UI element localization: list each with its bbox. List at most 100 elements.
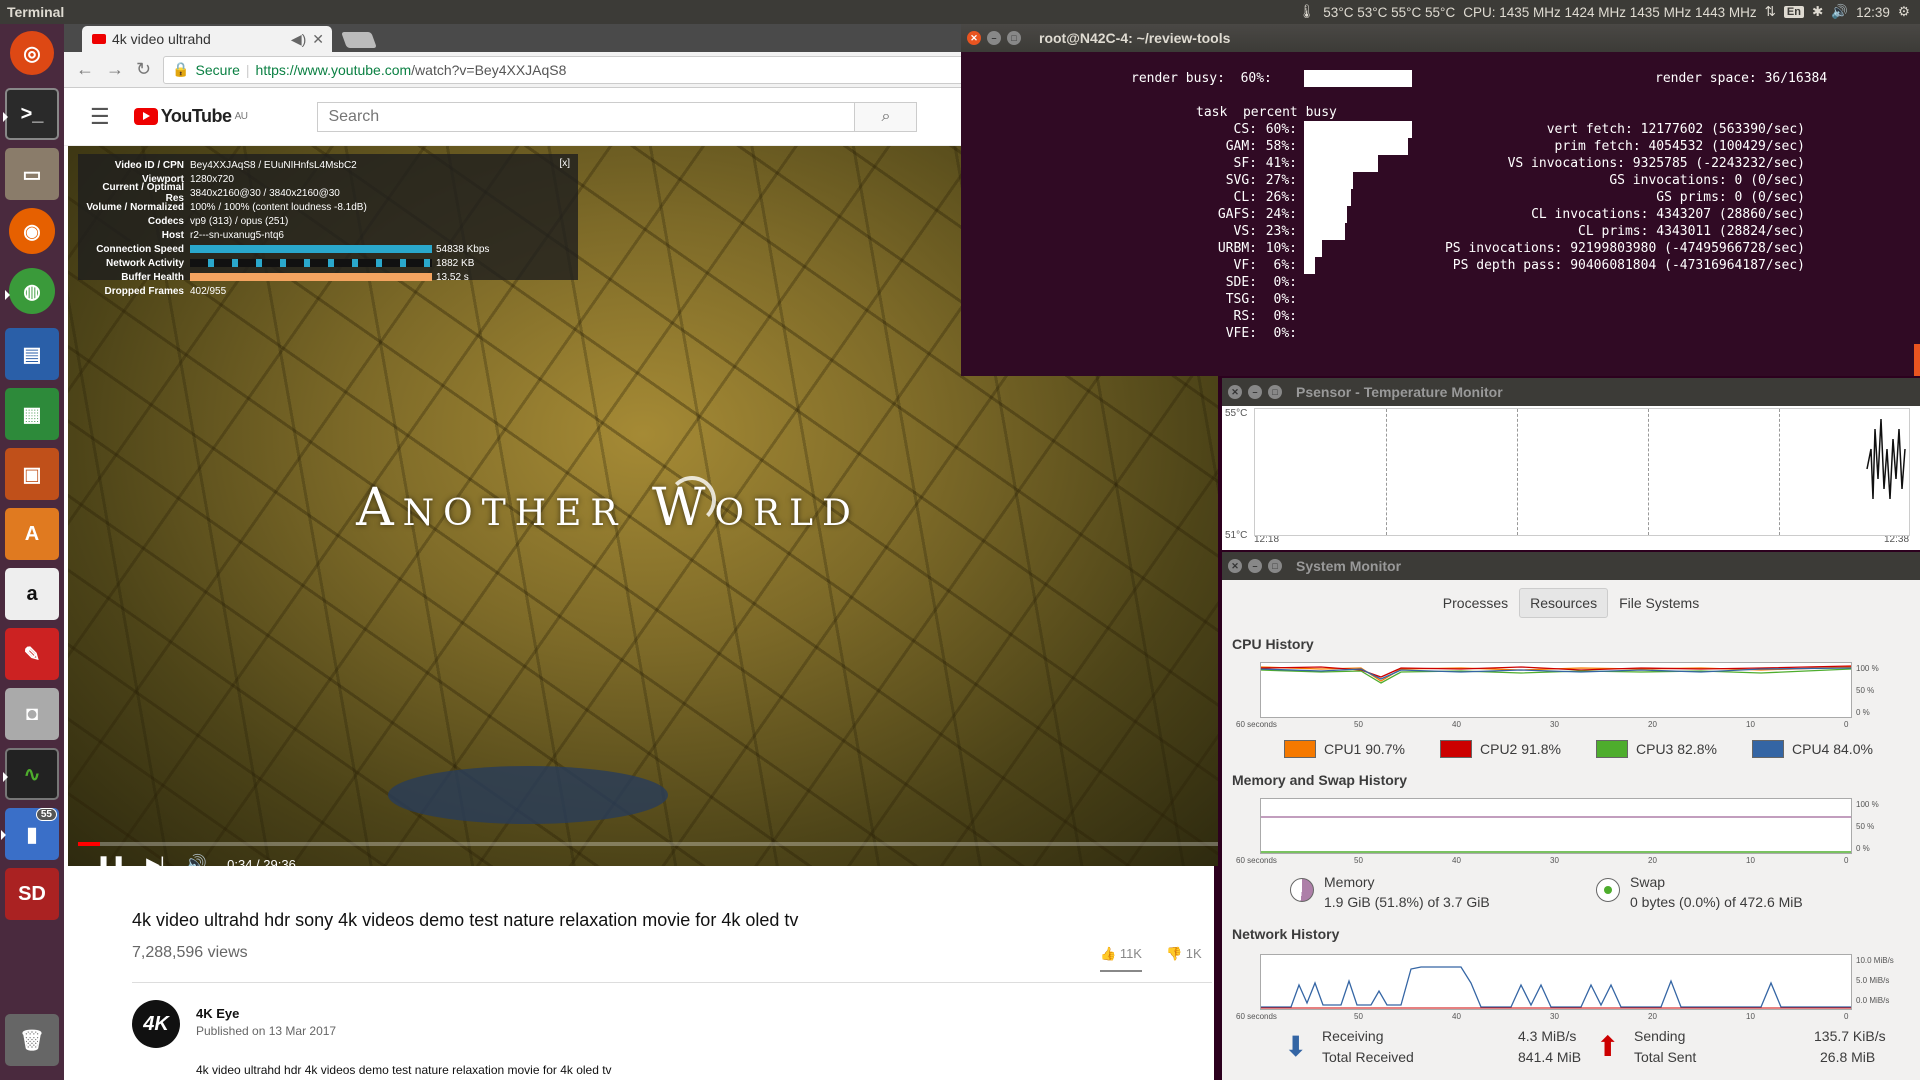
stats-label: Network Activity <box>106 257 184 269</box>
receiving-arrow-icon: ⬇ <box>1284 1031 1308 1062</box>
cpu-color-swatch[interactable] <box>1752 740 1784 758</box>
counter-line: CL invocations: 4343207 (28860/sec) <box>1531 207 1805 222</box>
minimize-window-icon[interactable]: – <box>1248 385 1262 399</box>
memory-value: 1.9 GiB (51.8%) of 3.7 GiB <box>1324 894 1490 910</box>
counter-line: PS invocations: 92199803980 (-4749596672… <box>1444 241 1805 256</box>
psensor-window[interactable]: ✕ – □ Psensor - Temperature Monitor 55°C… <box>1222 378 1920 550</box>
hamburger-menu-icon[interactable]: ☰ <box>90 104 110 130</box>
terminal-scrollbar[interactable] <box>1914 344 1920 376</box>
maximize-window-icon[interactable]: □ <box>1268 559 1282 573</box>
chrome-launcher-icon[interactable]: ◍ <box>5 268 55 314</box>
x-tick: 10 <box>1746 1012 1755 1021</box>
x-tick: 10 <box>1746 856 1755 865</box>
system-settings-icon[interactable]: ✎ <box>5 628 59 680</box>
tab-processes[interactable]: Processes <box>1432 588 1519 618</box>
search-icon[interactable]: ⌕ <box>854 102 917 131</box>
cpu-legend-label: CPU4 84.0% <box>1792 741 1873 757</box>
thermometer-icon[interactable]: 🌡 <box>1298 4 1315 20</box>
minimize-window-icon[interactable]: – <box>1248 559 1262 573</box>
network-arrows-icon[interactable]: ⇅ <box>1765 4 1776 20</box>
stats-close-button[interactable]: [x] <box>559 158 570 169</box>
impress-launcher-icon[interactable]: ▣ <box>5 448 59 500</box>
calc-launcher-icon[interactable]: ▦ <box>5 388 59 440</box>
search-input[interactable] <box>318 102 855 131</box>
system-monitor-window[interactable]: ✕ – □ System Monitor Processes Resources… <box>1222 552 1920 1080</box>
channel-avatar[interactable]: 4K <box>132 1000 180 1048</box>
close-tab-icon[interactable]: ✕ <box>312 31 324 48</box>
counter-line: VS invocations: 9325785 (-2243232/sec) <box>1507 156 1805 171</box>
counter-line: GS invocations: 0 (0/sec) <box>1609 173 1805 188</box>
cpu-color-swatch[interactable] <box>1440 740 1472 758</box>
close-window-icon[interactable]: ✕ <box>1228 559 1242 573</box>
close-window-icon[interactable]: ✕ <box>1228 385 1242 399</box>
render-busy-line: render busy: 60%: <box>1131 71 1272 86</box>
cpu-legend-item[interactable]: CPU3 82.8% <box>1596 740 1717 758</box>
pause-icon[interactable]: ❚❚ <box>96 854 126 866</box>
task-name: CL: <box>1233 190 1257 205</box>
search-box: ⌕ <box>317 101 918 132</box>
next-icon[interactable]: ▶| <box>146 854 165 866</box>
cpu-legend-item[interactable]: CPU2 91.8% <box>1440 740 1561 758</box>
settings-gear-icon[interactable]: ⚙ <box>1898 4 1910 20</box>
stats-value: 1882 KB <box>436 257 475 269</box>
video-time: 0:34 / 29:36 <box>227 857 296 866</box>
terminal-window[interactable]: ✕ – □ root@N42C-4: ~/review-tools render… <box>961 24 1920 376</box>
temperature-trace <box>1866 418 1906 500</box>
cpu-color-swatch[interactable] <box>1596 740 1628 758</box>
thumbs-down-icon: 👎 <box>1165 946 1183 961</box>
tab-resources[interactable]: Resources <box>1519 588 1609 618</box>
video-progress-bar[interactable] <box>78 842 1218 846</box>
volume-icon[interactable]: 🔊 <box>1831 4 1848 20</box>
task-busy-bar <box>1304 172 1353 189</box>
bluetooth-icon[interactable]: ✱ <box>1812 4 1823 20</box>
maximize-window-icon[interactable]: □ <box>1268 385 1282 399</box>
volume-icon[interactable]: 🔊 <box>185 854 207 866</box>
terminal-launcher-icon[interactable]: >_ <box>3 88 59 140</box>
system-monitor-launcher-icon[interactable]: ∿ <box>3 748 59 800</box>
tab-file-systems[interactable]: File Systems <box>1608 588 1710 618</box>
trash-icon[interactable]: 🗑 <box>5 1014 59 1066</box>
cpu-color-swatch[interactable] <box>1284 740 1316 758</box>
mem-tick-50: 50 % <box>1856 822 1875 831</box>
firefox-launcher-icon[interactable]: ◉ <box>9 208 55 254</box>
close-window-icon[interactable]: ✕ <box>967 31 981 45</box>
cpu-tick-0: 0 % <box>1856 708 1870 717</box>
youtube-logo[interactable]: YouTube AU <box>133 106 248 127</box>
ubuntu-dash-icon[interactable]: ◎ <box>10 31 54 75</box>
cpu-legend-item[interactable]: CPU1 90.7% <box>1284 740 1405 758</box>
like-button[interactable]: 👍 11K <box>1100 946 1142 972</box>
swap-pie-icon <box>1596 878 1620 902</box>
software-center-icon[interactable]: A <box>5 508 59 560</box>
files-launcher-icon[interactable]: ▭ <box>5 148 59 200</box>
forward-arrow-icon[interactable]: → <box>106 59 124 80</box>
loading-spinner-icon <box>668 476 716 524</box>
psensor-launcher-icon[interactable]: ▮ 55 <box>1 808 59 860</box>
task-percent: 0%: <box>1273 292 1297 307</box>
stats-label: Buffer Health <box>121 271 184 283</box>
task-busy-bar <box>1304 138 1409 155</box>
sysmon-titlebar: ✕ – □ System Monitor <box>1222 552 1920 580</box>
cpu-legend-label: CPU1 90.7% <box>1324 741 1405 757</box>
x-tick: 0 <box>1844 720 1849 729</box>
clock[interactable]: 12:39 <box>1856 5 1890 20</box>
amazon-launcher-icon[interactable]: a <box>5 568 59 620</box>
camera-launcher-icon[interactable]: ◘ <box>5 688 59 740</box>
keyboard-layout-indicator[interactable]: En <box>1783 6 1804 18</box>
maximize-window-icon[interactable]: □ <box>1007 31 1021 45</box>
new-tab-button[interactable] <box>341 32 377 48</box>
psensor-ymin: 51°C <box>1225 530 1248 541</box>
channel-name[interactable]: 4K Eye <box>196 1006 239 1021</box>
reload-icon[interactable]: ↻ <box>136 59 151 80</box>
task-busy-bar <box>1304 223 1346 240</box>
cpu-legend-item[interactable]: CPU4 84.0% <box>1752 740 1873 758</box>
dislike-button[interactable]: 👎 1K <box>1166 946 1202 972</box>
task-percent: 10%: <box>1265 241 1297 256</box>
writer-launcher-icon[interactable]: ▤ <box>5 328 59 380</box>
browser-tab[interactable]: 4k video ultrahd ◀) ✕ <box>82 26 332 52</box>
stats-row: Volume / Normalized 100% / 100% (content … <box>86 200 570 214</box>
cpu-history-title: CPU History <box>1232 636 1314 652</box>
region-label: AU <box>234 111 248 122</box>
minimize-window-icon[interactable]: – <box>987 31 1001 45</box>
back-arrow-icon[interactable]: ← <box>76 59 94 80</box>
sd-card-icon[interactable]: SD <box>5 868 59 920</box>
